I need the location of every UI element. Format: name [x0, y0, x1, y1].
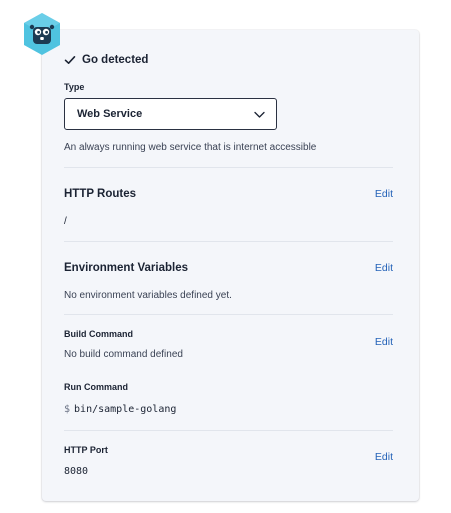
- shell-prompt: $: [64, 404, 71, 415]
- divider: [64, 430, 393, 431]
- env-vars-title: Environment Variables: [64, 262, 188, 274]
- divider: [64, 167, 393, 168]
- type-description: An always running web service that is in…: [64, 142, 317, 153]
- type-label: Type: [64, 82, 85, 92]
- component-card: Go detected Type Web Service An always r…: [42, 30, 419, 501]
- divider: [64, 314, 393, 315]
- http-port-value: 8080: [64, 466, 89, 477]
- run-command-label: Run Command: [64, 382, 128, 392]
- env-vars-value: No environment variables defined yet.: [64, 290, 232, 301]
- run-command-value: $ bin/sample-golang: [64, 404, 176, 415]
- http-port-label: HTTP Port: [64, 445, 108, 455]
- language-detected: Go detected: [64, 54, 148, 66]
- build-command-label: Build Command: [64, 329, 133, 339]
- detected-label: Go detected: [82, 54, 149, 66]
- http-routes-value: /: [64, 216, 67, 227]
- env-vars-edit-link[interactable]: Edit: [375, 262, 393, 274]
- go-logo-icon: [22, 12, 62, 56]
- run-command-text: bin/sample-golang: [74, 404, 177, 415]
- http-port-edit-link[interactable]: Edit: [375, 451, 393, 463]
- http-routes-title: HTTP Routes: [64, 188, 136, 200]
- chevron-down-icon: [254, 111, 265, 118]
- build-command-edit-link[interactable]: Edit: [375, 336, 393, 348]
- divider: [64, 241, 393, 242]
- type-select-value: Web Service: [77, 108, 143, 120]
- http-routes-edit-link[interactable]: Edit: [375, 188, 393, 200]
- type-select[interactable]: Web Service: [64, 98, 277, 130]
- build-command-value: No build command defined: [64, 349, 183, 360]
- checkmark-icon: [64, 56, 76, 64]
